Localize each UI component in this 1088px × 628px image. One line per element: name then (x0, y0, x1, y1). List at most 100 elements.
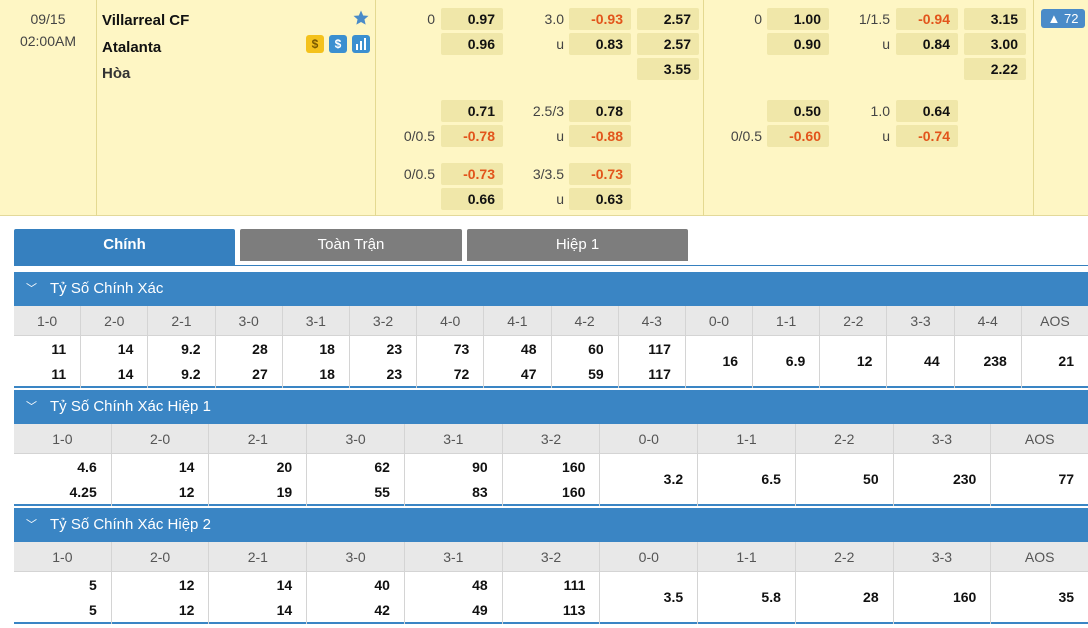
coin-icon[interactable]: $ (306, 35, 324, 53)
odds-ht-1x2-home[interactable]: 3.15 (964, 8, 1026, 30)
odds-under[interactable]: 0.63 (569, 188, 631, 210)
odds-home-score[interactable]: 40 (374, 577, 390, 593)
odds-draw-score[interactable]: 16 (722, 353, 738, 369)
odds-home-score[interactable]: 5 (89, 577, 97, 593)
chevron-down-icon[interactable]: ﹀ (26, 272, 37, 306)
odds-1x2-draw[interactable]: 3.55 (637, 58, 699, 80)
odds-away-score[interactable]: 72 (454, 366, 470, 382)
odds-draw-score[interactable]: 21 (1058, 353, 1074, 369)
odds-away-score[interactable]: 12 (179, 484, 195, 500)
bar-chart-icon[interactable] (352, 35, 370, 53)
odds-home-score[interactable]: 60 (588, 341, 604, 357)
odds-away-score[interactable]: 27 (252, 366, 268, 382)
odds-away-score[interactable]: 117 (648, 366, 671, 382)
odds-under[interactable]: 0.83 (569, 33, 631, 55)
odds-home-score[interactable]: 90 (472, 459, 488, 475)
odds-hdp-home[interactable]: -0.73 (441, 163, 503, 185)
odds-home-score[interactable]: 23 (387, 341, 403, 357)
odds-away-score[interactable]: 42 (374, 602, 390, 618)
odds-home-score[interactable]: 73 (454, 341, 470, 357)
odds-away-score[interactable]: 5 (89, 602, 97, 618)
odds-draw-score[interactable]: 238 (983, 353, 1006, 369)
odds-draw-score[interactable]: 6.9 (786, 353, 805, 369)
odds-home-score[interactable]: 117 (648, 341, 671, 357)
odds-away-score[interactable]: 83 (472, 484, 488, 500)
odds-draw-score[interactable]: 230 (953, 471, 976, 487)
tab-toan-tran[interactable]: Toàn Trận (240, 229, 462, 261)
chevron-down-icon[interactable]: ﹀ (26, 508, 37, 542)
odds-away-score[interactable]: 160 (562, 484, 585, 500)
odds-away-score[interactable]: 18 (319, 366, 335, 382)
odds-away-score[interactable]: 113 (563, 602, 586, 618)
tab-chinh[interactable]: Chính (14, 229, 235, 266)
odds-draw-score[interactable]: 35 (1059, 589, 1075, 605)
odds-draw-score[interactable]: 3.5 (664, 589, 683, 605)
odds-ht-under[interactable]: -0.74 (896, 125, 958, 147)
odds-away-score[interactable]: 4.25 (69, 484, 96, 500)
odds-over[interactable]: -0.73 (569, 163, 631, 185)
odds-ht-1x2-draw[interactable]: 2.22 (964, 58, 1026, 80)
odds-ht-1x2-away[interactable]: 3.00 (964, 33, 1026, 55)
odds-home-score[interactable]: 18 (319, 341, 335, 357)
away-team[interactable]: Atalanta (102, 39, 161, 56)
odds-home-score[interactable]: 20 (277, 459, 293, 475)
odds-draw-score[interactable]: 160 (953, 589, 976, 605)
odds-draw-score[interactable]: 28 (863, 589, 879, 605)
odds-home-score[interactable]: 14 (277, 577, 293, 593)
odds-draw-score[interactable]: 12 (857, 353, 873, 369)
odds-home-score[interactable]: 9.2 (181, 341, 200, 357)
odds-hdp-away[interactable]: -0.78 (441, 125, 503, 147)
star-icon[interactable] (352, 9, 370, 27)
odds-away-score[interactable]: 59 (588, 366, 604, 382)
chevron-down-icon[interactable]: ﹀ (26, 390, 37, 424)
odds-1x2-away[interactable]: 2.57 (637, 33, 699, 55)
odds-ht-hdp-away[interactable]: 0.90 (767, 33, 829, 55)
odds-draw-score[interactable]: 50 (863, 471, 879, 487)
section-header[interactable]: ﹀ Tỷ Số Chính Xác Hiệp 1 (14, 390, 1088, 424)
odds-home-score[interactable]: 28 (252, 341, 268, 357)
odds-draw-score[interactable]: 3.2 (664, 471, 683, 487)
odds-1x2-home[interactable]: 2.57 (637, 8, 699, 30)
odds-draw-score[interactable]: 44 (924, 353, 940, 369)
dollar-icon[interactable]: $ (329, 35, 347, 53)
odds-home-score[interactable]: 62 (374, 459, 390, 475)
odds-away-score[interactable]: 14 (118, 366, 134, 382)
odds-home-score[interactable]: 160 (562, 459, 585, 475)
odds-home-score[interactable]: 11 (51, 341, 66, 357)
odds-over[interactable]: 0.78 (569, 100, 631, 122)
more-markets-button[interactable]: ▲ 72 (1041, 9, 1085, 28)
odds-hdp-away[interactable]: 0.96 (441, 33, 503, 55)
odds-home-score[interactable]: 12 (179, 577, 195, 593)
section-header[interactable]: ﹀ Tỷ Số Chính Xác (14, 272, 1088, 306)
odds-away-score[interactable]: 11 (51, 366, 66, 382)
odds-away-score[interactable]: 23 (387, 366, 403, 382)
odds-ht-over[interactable]: 0.64 (896, 100, 958, 122)
odds-hdp-home[interactable]: 0.97 (441, 8, 503, 30)
odds-away-score[interactable]: 55 (374, 484, 390, 500)
home-team[interactable]: Villarreal CF (102, 12, 189, 29)
odds-draw-score[interactable]: 5.8 (761, 589, 780, 605)
section-header[interactable]: ﹀ Tỷ Số Chính Xác Hiệp 2 (14, 508, 1088, 542)
tab-hiep-1[interactable]: Hiệp 1 (467, 229, 688, 261)
odds-away-score[interactable]: 49 (472, 602, 488, 618)
odds-under[interactable]: -0.88 (569, 125, 631, 147)
odds-away-score[interactable]: 12 (179, 602, 195, 618)
odds-draw-score[interactable]: 6.5 (761, 471, 780, 487)
odds-ht-over[interactable]: -0.94 (896, 8, 958, 30)
odds-away-score[interactable]: 47 (521, 366, 537, 382)
odds-away-score[interactable]: 14 (277, 602, 293, 618)
odds-ht-hdp-away[interactable]: -0.60 (767, 125, 829, 147)
odds-ht-under[interactable]: 0.84 (896, 33, 958, 55)
odds-home-score[interactable]: 14 (118, 341, 134, 357)
odds-hdp-home[interactable]: 0.71 (441, 100, 503, 122)
odds-home-score[interactable]: 111 (564, 577, 586, 593)
odds-home-score[interactable]: 4.6 (77, 459, 96, 475)
odds-away-score[interactable]: 19 (277, 484, 293, 500)
odds-over[interactable]: -0.93 (569, 8, 631, 30)
odds-home-score[interactable]: 14 (179, 459, 195, 475)
odds-ht-hdp-home[interactable]: 0.50 (767, 100, 829, 122)
odds-hdp-away[interactable]: 0.66 (441, 188, 503, 210)
odds-home-score[interactable]: 48 (472, 577, 488, 593)
odds-home-score[interactable]: 48 (521, 341, 537, 357)
odds-ht-hdp-home[interactable]: 1.00 (767, 8, 829, 30)
